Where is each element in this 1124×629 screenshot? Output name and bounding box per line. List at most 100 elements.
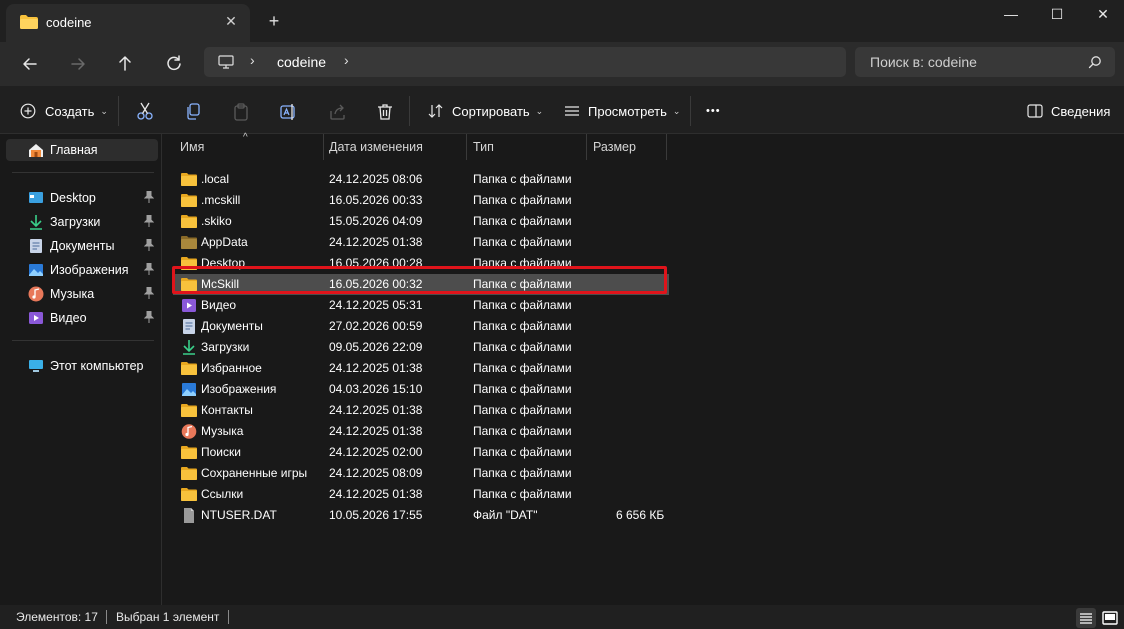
file-type: Папка с файлами [473,340,572,354]
command-bar: Создать ⌄ Сортировать ⌄ Просмотреть ⌄ ••… [0,86,1124,134]
column-header-type[interactable]: Тип [473,134,494,160]
column-divider[interactable] [586,134,587,160]
file-type: Папка с файлами [473,277,572,291]
column-header-size[interactable]: Размер [593,134,636,160]
paste-icon[interactable] [233,101,249,123]
chevron-right-icon[interactable]: › [344,52,349,68]
folder-icon [181,172,197,187]
file-row[interactable]: Поиски 24.12.2025 02:00 Папка с файлами [173,442,669,463]
breadcrumb-codeine[interactable]: codeine [277,54,326,70]
tab-close-icon[interactable]: ✕ [222,12,240,30]
search-box[interactable]: Поиск в: codeine [855,47,1115,77]
file-name: Desktop [201,256,246,270]
file-date: 24.12.2025 01:38 [329,487,423,501]
sidebar-item-desktop[interactable]: Desktop [6,187,158,209]
refresh-icon[interactable] [160,50,188,78]
pin-icon[interactable] [144,191,154,203]
create-button[interactable]: Создать ⌄ [20,100,108,122]
file-row[interactable]: Документы 27.02.2026 00:59 Папка с файлами [173,316,669,337]
copy-icon[interactable] [185,101,201,123]
items-count: Элементов: 17 [16,610,98,624]
forward-arrow-icon[interactable] [64,50,92,78]
more-options-button[interactable]: ••• [706,100,721,122]
sort-icon [428,104,443,118]
sidebar-item-downloads[interactable]: Загрузки [6,211,158,233]
tiles-view-icon[interactable] [1100,608,1120,628]
file-row[interactable]: AppData 24.12.2025 01:38 Папка с файлами [173,232,669,253]
pin-icon[interactable] [144,311,154,323]
file-name: Поиски [201,445,241,459]
sidebar-item-video[interactable]: Видео [6,307,158,329]
back-arrow-icon[interactable] [16,50,44,78]
search-input[interactable]: Поиск в: codeine [870,54,977,70]
delete-icon[interactable] [377,101,393,123]
file-row[interactable]: Загрузки 09.05.2026 22:09 Папка с файлами [173,337,669,358]
details-button[interactable]: Сведения [1027,100,1110,122]
download-icon [30,215,42,230]
tab-codeine[interactable]: codeine ✕ [6,4,250,42]
column-header-name[interactable]: Имя [180,134,204,160]
details-label: Сведения [1051,103,1111,119]
chevron-right-icon[interactable]: › [250,52,255,68]
pin-icon[interactable] [144,287,154,299]
file-date: 24.12.2025 01:38 [329,235,423,249]
file-type: Папка с файлами [473,487,572,501]
sidebar-item-this-pc[interactable]: Этот компьютер [6,355,158,377]
file-row[interactable]: Видео 24.12.2025 05:31 Папка с файлами [173,295,669,316]
file-row[interactable]: Desktop 16.05.2026 00:28 Папка с файлами [173,253,669,274]
file-date: 24.12.2025 01:38 [329,361,423,375]
sort-button[interactable]: Сортировать ⌄ [428,100,543,122]
rename-icon[interactable] [280,101,298,123]
file-row[interactable]: Изображения 04.03.2026 15:10 Папка с файла… [173,379,669,400]
file-type: Папка с файлами [473,424,572,438]
image-icon [29,264,43,276]
toolbar-divider [690,96,691,126]
file-type: Папка с файлами [473,172,572,186]
file-row[interactable]: Музыка 24.12.2025 01:38 Папка с файлами [173,421,669,442]
details-view-icon[interactable] [1076,608,1096,628]
column-divider[interactable] [323,134,324,160]
address-bar[interactable]: › codeine › [204,47,846,77]
file-row[interactable]: Избранное 24.12.2025 01:38 Папка с файлами [173,358,669,379]
new-tab-button[interactable]: + [264,11,284,31]
search-icon[interactable] [1088,55,1102,69]
file-row[interactable]: .skiko 15.05.2026 04:09 Папка с файлами [173,211,669,232]
file-date: 24.12.2025 02:00 [329,445,423,459]
cut-icon[interactable] [136,100,154,122]
file-row[interactable]: Контакты 24.12.2025 01:38 Папка с файлами [173,400,669,421]
sidebar-item-music[interactable]: Музыка [6,283,158,305]
file-type: Папка с файлами [473,445,572,459]
sidebar-item-home[interactable]: Главная [6,139,158,161]
minimize-button[interactable]: — [988,0,1034,30]
pin-icon[interactable] [144,263,154,275]
sidebar-item-documents[interactable]: Документы [6,235,158,257]
up-arrow-icon[interactable] [111,50,139,78]
file-row[interactable]: Ссылки 24.12.2025 01:38 Папка с файлами [173,484,669,505]
video-icon [29,312,43,324]
title-bar: codeine ✕ + — ☐ ✕ [0,0,1124,42]
file-row[interactable]: .local 24.12.2025 08:06 Папка с файлами [173,169,669,190]
share-icon[interactable] [329,101,347,123]
navigation-pane: Главная Desktop Загрузки Документы Изобр… [0,134,162,605]
file-type: Файл "DAT" [473,508,538,522]
column-header-date[interactable]: Дата изменения [329,134,423,160]
file-row[interactable]: .mcskill 16.05.2026 00:33 Папка с файлами [173,190,669,211]
maximize-button[interactable]: ☐ [1034,0,1080,30]
create-label: Создать [45,103,95,119]
column-divider[interactable] [666,134,667,160]
file-row[interactable]: NTUSER.DAT 10.05.2026 17:55 Файл "DAT" 6 65… [173,505,669,526]
sort-label: Сортировать [452,103,530,119]
close-window-button[interactable]: ✕ [1080,0,1124,30]
column-divider[interactable] [466,134,467,160]
computer-icon [218,55,234,69]
sidebar-item-images[interactable]: Изображения [6,259,158,281]
file-name: McSkill [201,277,239,291]
view-button[interactable]: Просмотреть ⌄ [564,100,680,122]
pin-icon[interactable] [144,239,154,251]
file-row[interactable]: Сохраненные игры 24.12.2025 08:09 Папка с … [173,463,669,484]
pin-icon[interactable] [144,215,154,227]
sidebar-divider [12,172,154,173]
navigation-bar: › codeine › Поиск в: codeine [0,42,1124,86]
file-icon [181,508,197,523]
file-row[interactable]: McSkill 16.05.2026 00:32 Папка с файлами [173,274,669,295]
